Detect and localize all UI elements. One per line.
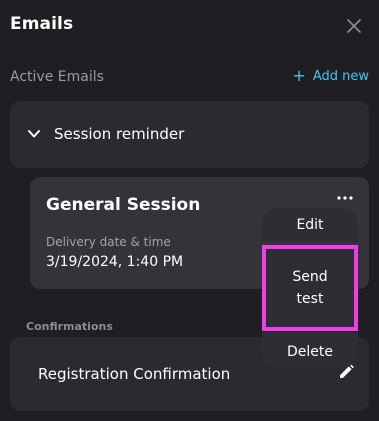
close-button[interactable] <box>344 16 364 36</box>
plus-icon: + <box>292 66 306 85</box>
session-reminder-group[interactable]: Session reminder <box>10 101 369 168</box>
more-horizontal-icon[interactable] <box>336 193 354 203</box>
registration-confirmation-label: Registration Confirmation <box>38 365 231 383</box>
menu-item-delete[interactable]: Delete <box>262 332 358 368</box>
panel-title: Emails <box>10 14 74 34</box>
active-emails-label: Active Emails <box>10 69 104 85</box>
add-new-label: Add new <box>312 68 369 84</box>
session-title: General Session <box>46 195 201 215</box>
send-test-label-line2: test <box>296 291 324 307</box>
menu-item-edit[interactable]: Edit <box>262 208 358 242</box>
session-reminder-label: Session reminder <box>54 125 185 143</box>
close-icon <box>347 19 361 33</box>
chevron-down-icon[interactable] <box>27 127 41 141</box>
emails-panel: Emails Active Emails + Add new Session r… <box>0 0 379 421</box>
context-menu: Edit Send test Delete <box>262 208 358 368</box>
confirmations-label: Confirmations <box>26 320 113 333</box>
menu-item-send-test[interactable]: Send test <box>262 245 358 331</box>
add-new-button[interactable]: + Add new <box>292 68 369 84</box>
send-test-label-line1: Send <box>292 269 328 285</box>
delivery-date-value: 3/19/2024, 1:40 PM <box>46 254 184 270</box>
delivery-date-label: Delivery date & time <box>46 235 171 249</box>
